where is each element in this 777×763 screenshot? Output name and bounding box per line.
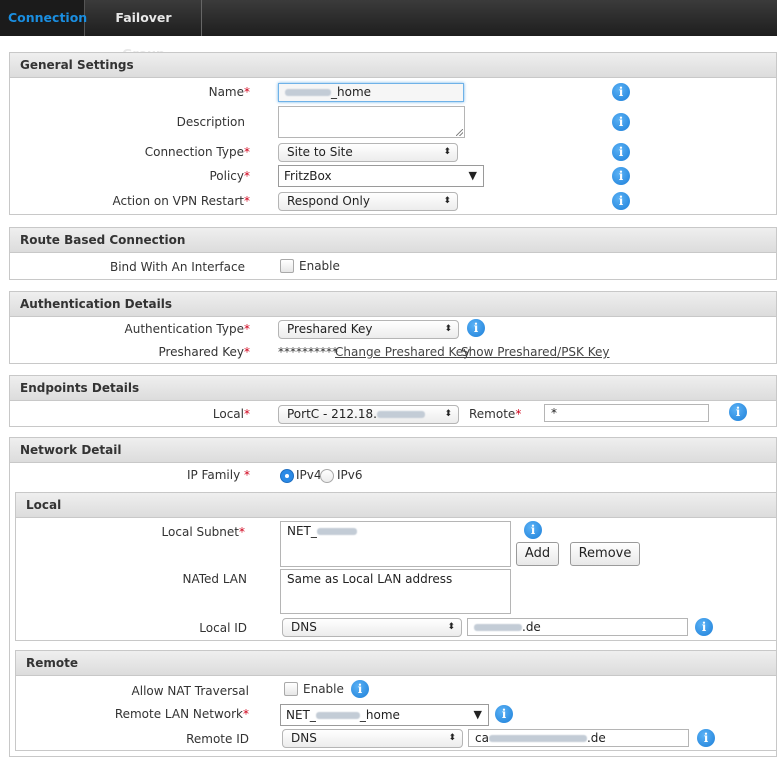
auth-type-label: Authentication Type*	[124, 322, 250, 336]
action-vpn-restart-label: Action on VPN Restart*	[112, 194, 250, 208]
remove-button[interactable]: Remove	[570, 542, 640, 566]
local-id-input[interactable]: .de	[467, 618, 688, 636]
endpoints-title: Endpoints Details	[10, 376, 776, 401]
local-title: Local	[16, 493, 776, 518]
ip-family-label: IP Family *	[186, 468, 250, 482]
policy-label: Policy*	[209, 169, 250, 183]
info-icon[interactable]: i	[612, 113, 630, 131]
local-section: Local Local Subnet* NET_ i Add Remove NA…	[15, 492, 777, 641]
policy-dropdown[interactable]: FritzBox ▼	[278, 165, 484, 187]
remote-id-type-select[interactable]: DNS ⬍	[282, 729, 463, 748]
info-icon[interactable]: i	[612, 167, 630, 185]
info-icon[interactable]: i	[612, 192, 630, 210]
route-based-title: Route Based Connection	[10, 228, 776, 253]
enable-label: Enable	[299, 259, 340, 273]
info-icon[interactable]: i	[697, 729, 715, 747]
caret-down-icon: ▼	[473, 708, 482, 721]
add-button[interactable]: Add	[516, 542, 559, 566]
nat-enable-label: Enable	[303, 682, 344, 696]
local-endpoint-label: Local*	[212, 407, 250, 421]
ipv6-label: IPv6	[337, 468, 363, 482]
nat-traversal-checkbox[interactable]	[284, 682, 298, 696]
remote-endpoint-input[interactable]: *	[544, 404, 709, 422]
info-icon[interactable]: i	[695, 618, 713, 636]
updown-arrow-icon: ⬍	[447, 622, 455, 632]
info-icon[interactable]: i	[495, 705, 513, 723]
bind-interface-checkbox[interactable]	[280, 259, 294, 273]
endpoints-section: Endpoints Details Local* PortC - 212.18.…	[9, 375, 777, 427]
info-icon[interactable]: i	[524, 521, 542, 539]
remote-lan-dropdown[interactable]: NET_ _home ▼	[280, 704, 489, 726]
name-label: Name*	[208, 85, 250, 99]
ipv4-radio[interactable]	[280, 469, 294, 483]
nated-lan-list[interactable]: Same as Local LAN address	[280, 569, 511, 614]
general-settings-section: General Settings Name* _home i Descripti…	[9, 52, 777, 215]
description-textarea[interactable]	[278, 106, 465, 138]
show-preshared-key-link[interactable]: Show Preshared/PSK Key	[461, 345, 610, 359]
ipv6-radio[interactable]	[320, 469, 334, 483]
info-icon[interactable]: i	[351, 680, 369, 698]
preshared-key-mask: **********	[278, 345, 338, 359]
remote-title: Remote	[16, 651, 776, 676]
remote-lan-label: Remote LAN Network*	[114, 707, 249, 721]
authentication-title: Authentication Details	[10, 292, 776, 317]
info-icon[interactable]: i	[729, 403, 747, 421]
description-label: Description	[176, 115, 245, 129]
updown-arrow-icon: ⬍	[444, 409, 452, 419]
remote-section: Remote Allow NAT Traversal Enable i Remo…	[15, 650, 777, 751]
connection-type-label: Connection Type*	[144, 145, 250, 159]
route-based-section: Route Based Connection Bind With An Inte…	[9, 227, 777, 280]
remote-id-input[interactable]: ca .de	[468, 729, 689, 747]
name-input[interactable]: _home	[278, 83, 464, 102]
change-preshared-key-link[interactable]: Change Preshared Key	[335, 345, 470, 359]
info-icon[interactable]: i	[612, 83, 630, 101]
nated-lan-label: NATed LAN	[182, 572, 247, 586]
tab-connection[interactable]: Connection	[0, 0, 87, 36]
caret-down-icon: ▼	[468, 169, 477, 182]
local-endpoint-select[interactable]: PortC - 212.18. ⬍	[278, 405, 459, 424]
ipv4-label: IPv4	[296, 468, 322, 482]
nat-traversal-label: Allow NAT Traversal	[131, 684, 249, 698]
local-subnet-label: Local Subnet*	[161, 525, 245, 539]
updown-arrow-icon: ⬍	[448, 733, 456, 743]
local-id-type-select[interactable]: DNS ⬍	[282, 618, 462, 637]
info-icon[interactable]: i	[467, 319, 485, 337]
info-icon[interactable]: i	[612, 143, 630, 161]
tab-bar: Connection Failover Group	[0, 0, 777, 61]
auth-type-select[interactable]: Preshared Key ⬍	[278, 320, 459, 339]
tab-failover-group[interactable]: Failover Group	[86, 0, 202, 61]
local-id-label: Local ID	[199, 621, 247, 635]
updown-arrow-icon: ⬍	[443, 147, 451, 157]
authentication-section: Authentication Details Authentication Ty…	[9, 291, 777, 364]
updown-arrow-icon: ⬍	[443, 196, 451, 206]
connection-type-select[interactable]: Site to Site ⬍	[278, 143, 458, 162]
remote-endpoint-label: Remote*	[469, 407, 522, 421]
updown-arrow-icon: ⬍	[444, 324, 452, 334]
network-detail-title: Network Detail	[10, 438, 776, 463]
bind-interface-label: Bind With An Interface	[109, 260, 245, 274]
general-settings-title: General Settings	[10, 53, 776, 78]
local-subnet-list[interactable]: NET_	[280, 521, 511, 567]
resize-handle-icon[interactable]	[456, 129, 463, 136]
action-vpn-restart-select[interactable]: Respond Only ⬍	[278, 192, 458, 211]
preshared-key-label: Preshared Key*	[158, 345, 250, 359]
remote-id-label: Remote ID	[186, 732, 249, 746]
